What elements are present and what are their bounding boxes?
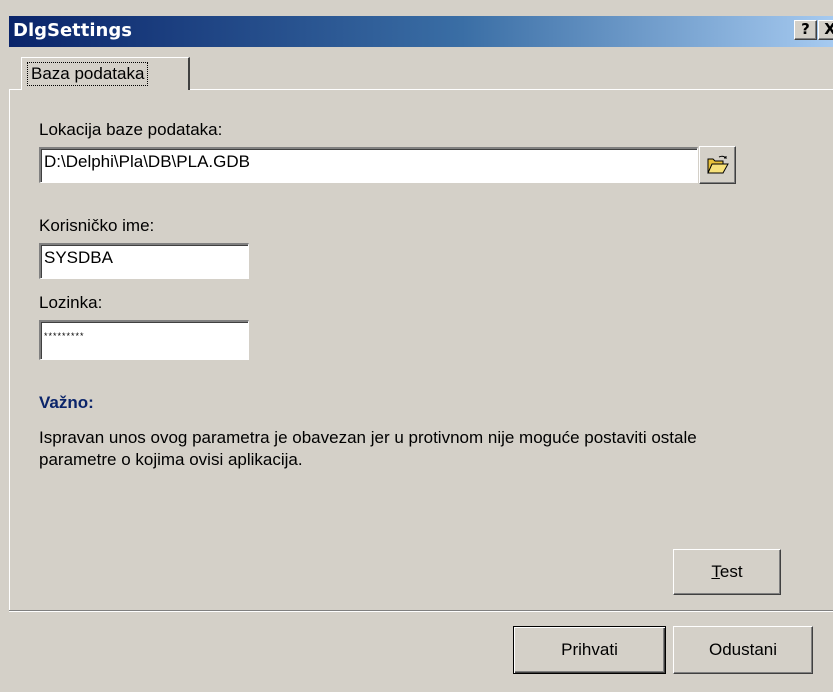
important-heading: Važno: — [39, 393, 94, 412]
test-button[interactable]: Test — [673, 549, 781, 595]
open-folder-icon — [707, 155, 729, 174]
password-label: Lozinka: — [39, 293, 103, 312]
test-button-label: est — [719, 562, 743, 581]
browse-button[interactable] — [699, 146, 736, 184]
window-title: DlgSettings — [13, 20, 132, 41]
separator-highlight — [9, 611, 833, 612]
close-button[interactable]: X — [818, 20, 833, 40]
tab-baza-podataka[interactable]: Baza podataka — [21, 57, 190, 90]
accept-button[interactable]: Prihvati — [513, 626, 666, 674]
username-input[interactable]: SYSDBA — [39, 243, 249, 279]
tab-label: Baza podataka — [27, 62, 149, 86]
db-location-input[interactable]: D:\Delphi\Pla\DB\PLA.GDB — [39, 147, 698, 183]
cancel-button[interactable]: Odustani — [673, 626, 813, 674]
username-label: Korisničko ime: — [39, 216, 155, 235]
test-button-mnemonic: T — [711, 562, 720, 581]
important-note: Ispravan unos ovog parametra je obavezan… — [39, 428, 697, 469]
db-location-label: Lokacija baze podataka: — [39, 120, 223, 139]
title-bar[interactable]: DlgSettings ? X — [9, 16, 833, 47]
password-input[interactable]: ********* — [39, 320, 249, 360]
help-button[interactable]: ? — [794, 20, 817, 40]
